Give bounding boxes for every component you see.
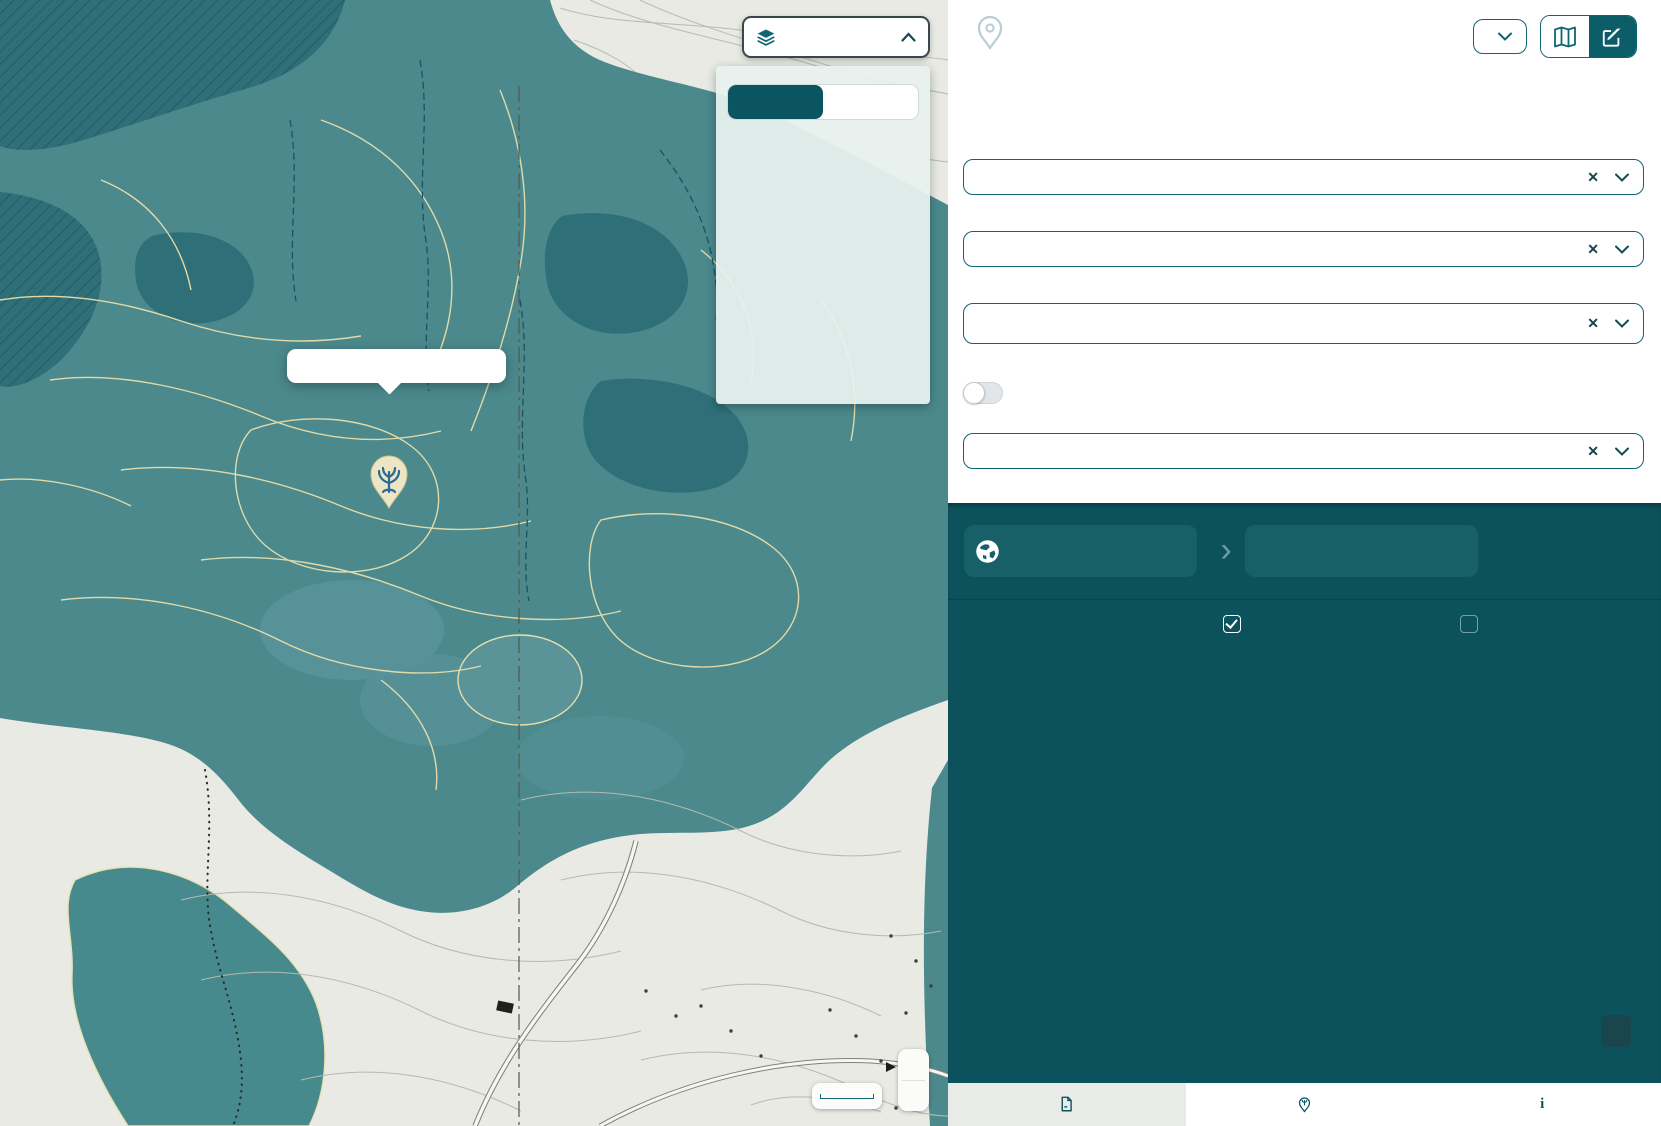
chevron-right-icon: › — [1208, 527, 1244, 573]
map-layers-panel — [716, 66, 930, 404]
latin-names-checkbox[interactable] — [1460, 615, 1486, 633]
checkbox-icon[interactable] — [1460, 615, 1478, 633]
standortstyp-select[interactable]: ✕ — [963, 303, 1644, 344]
hoehenstufe-heute-select[interactable]: ✕ — [963, 231, 1644, 267]
map-view-button[interactable] — [1541, 16, 1589, 57]
map-background-switch — [727, 84, 919, 120]
info-icon: i — [1540, 1095, 1544, 1113]
recommendation-section: › — [948, 503, 1661, 1080]
field-hoehenstufe-heute: ✕ — [963, 226, 1644, 267]
map-scale-indicator — [812, 1083, 882, 1109]
globe-icon — [974, 538, 1001, 565]
chevron-up-icon — [901, 32, 916, 42]
view-mode-switch — [1540, 15, 1637, 58]
clear-icon[interactable]: ✕ — [1587, 241, 1599, 258]
zoom-out-button[interactable] — [898, 1081, 929, 1112]
chevron-down-icon[interactable] — [1615, 173, 1629, 182]
tab-empfehlung[interactable] — [1186, 1083, 1424, 1126]
document-icon — [1058, 1095, 1075, 1113]
field-standortstyp: ✕ — [963, 298, 1644, 344]
tree-app-screen: ✕ ✕ ✕ — [0, 0, 1661, 1126]
checkbox-icon[interactable] — [1223, 615, 1241, 633]
tab-standort[interactable] — [948, 1083, 1186, 1126]
scenario-current-card — [964, 525, 1197, 577]
uebergangsstandort-toggle[interactable] — [963, 382, 1003, 404]
clear-icon[interactable]: ✕ — [1587, 315, 1599, 332]
transition-toggle-row — [963, 382, 1015, 404]
clear-icon[interactable]: ✕ — [1587, 169, 1599, 186]
chevron-down-icon[interactable] — [1615, 447, 1629, 456]
clear-icon[interactable]: ✕ — [1587, 443, 1599, 460]
map-pin-marker[interactable] — [365, 452, 413, 510]
future-species-checkbox[interactable] — [1223, 615, 1249, 633]
tab-infos[interactable]: i — [1423, 1083, 1661, 1126]
map-entry-popup — [287, 349, 506, 383]
scenario-future-card — [1245, 525, 1478, 577]
field-standortsregion: ✕ — [963, 154, 1644, 195]
standortsregion-select[interactable]: ✕ — [963, 159, 1644, 195]
background-option-karte[interactable] — [728, 85, 823, 119]
chevron-down-icon[interactable] — [1615, 245, 1629, 254]
chevron-down-icon — [1498, 32, 1512, 41]
zoom-in-button[interactable] — [898, 1049, 929, 1080]
hoehenstufe-zukunft-select[interactable]: ✕ — [963, 433, 1644, 469]
map-zoom-control — [898, 1049, 929, 1111]
layers-icon — [756, 27, 776, 47]
background-option-luftbild[interactable] — [823, 85, 918, 119]
scale-bar — [820, 1094, 874, 1099]
edit-view-button[interactable] — [1589, 16, 1637, 57]
map-layers-button[interactable] — [742, 16, 930, 58]
edit-icon — [1601, 26, 1623, 48]
detail-panel: ✕ ✕ ✕ — [948, 0, 1661, 1126]
bottom-navigation: i — [948, 1080, 1661, 1126]
tree-pin-icon — [1296, 1095, 1313, 1113]
section-divider — [948, 599, 1661, 600]
chevron-down-icon[interactable] — [1615, 319, 1629, 328]
language-profile-button[interactable] — [1473, 19, 1527, 54]
field-hoehenstufe-zukunft: ✕ — [963, 428, 1644, 469]
export-recommendation-button[interactable] — [1601, 1015, 1631, 1047]
position-pin-icon — [976, 16, 1004, 50]
map-icon — [1553, 26, 1577, 48]
toggle-knob — [963, 382, 985, 404]
